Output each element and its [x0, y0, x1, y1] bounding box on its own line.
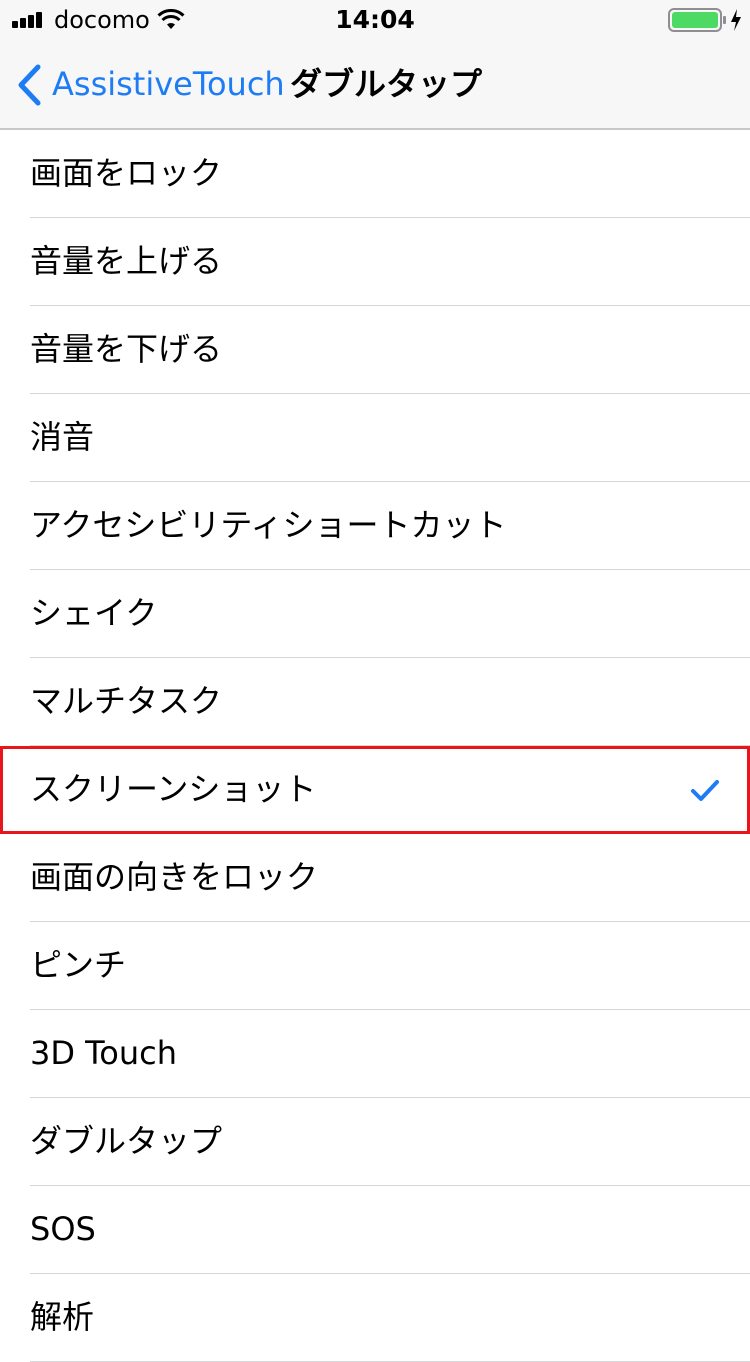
- list-item-label: ダブルタップ: [30, 1122, 223, 1160]
- list-item-label: 画面をロック: [30, 154, 223, 192]
- list-item-label: マルチタスク: [30, 682, 223, 720]
- list-item[interactable]: マルチタスク: [30, 658, 750, 746]
- list-item-label: スクリーンショット: [30, 770, 317, 808]
- list-item-label: 消音: [30, 418, 95, 456]
- battery-icon: [668, 8, 726, 32]
- list-item[interactable]: SOS: [30, 1186, 750, 1274]
- charging-icon: [731, 9, 741, 31]
- list-item[interactable]: ピンチ: [30, 922, 750, 1010]
- list-item-label: アクセシビリティショートカット: [30, 506, 507, 544]
- list-item-label: シェイク: [30, 594, 158, 632]
- status-bar: docomo 14:04: [0, 0, 750, 40]
- list-item-selected[interactable]: スクリーンショット: [0, 746, 750, 834]
- list-item-label: 解析: [30, 1298, 95, 1336]
- list-item-label: SOS: [30, 1210, 96, 1248]
- list-item-label: ピンチ: [30, 946, 127, 984]
- back-button[interactable]: AssistiveTouch: [52, 64, 285, 104]
- list-item-label: 音量を下げる: [30, 330, 223, 368]
- list-item[interactable]: アクセシビリティショートカット: [30, 482, 750, 570]
- list-item[interactable]: 3D Touch: [30, 1010, 750, 1098]
- page-title: ダブルタップ: [290, 65, 483, 103]
- list-item[interactable]: シェイク: [30, 570, 750, 658]
- checkmark-icon: [691, 780, 719, 801]
- list-item[interactable]: 消音: [30, 394, 750, 482]
- status-time: 14:04: [335, 5, 415, 34]
- list-item-label: 3D Touch: [30, 1034, 178, 1072]
- list-item[interactable]: 音量を下げる: [30, 306, 750, 394]
- action-list: 画面をロック 音量を上げる 音量を下げる 消音 アクセシビリティショートカット …: [0, 130, 750, 1362]
- list-item[interactable]: 画面の向きをロック: [30, 834, 750, 922]
- list-item-label: 画面の向きをロック: [30, 858, 319, 896]
- list-item[interactable]: 解析: [30, 1274, 750, 1362]
- back-chevron-icon[interactable]: [16, 64, 44, 106]
- list-item[interactable]: ダブルタップ: [30, 1098, 750, 1186]
- list-item[interactable]: 画面をロック: [30, 130, 750, 218]
- list-item[interactable]: 音量を上げる: [30, 218, 750, 306]
- list-item-label: 音量を上げる: [30, 242, 223, 280]
- navigation-bar: AssistiveTouch ダブルタップ: [0, 40, 750, 130]
